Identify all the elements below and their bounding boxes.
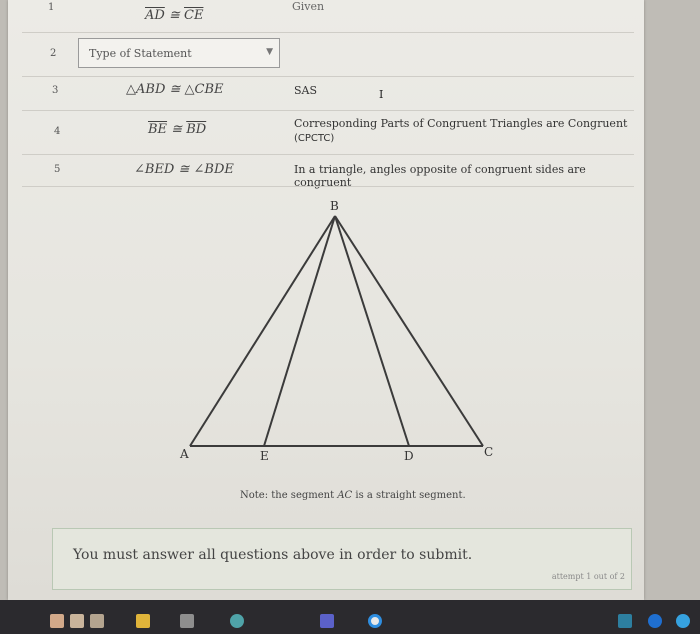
tray-icon[interactable] (648, 614, 662, 628)
diagram-note: Note: the segment AC is a straight segme… (240, 490, 466, 501)
proof-panel: 1 AD ≅ CE Given 2 Type of Statement ▼ 3 … (8, 0, 644, 600)
point-label-e: E (260, 449, 269, 463)
submit-message: You must answer all questions above in o… (73, 547, 473, 563)
point-label-a: A (179, 447, 189, 461)
point-label-d: D (404, 449, 414, 463)
point-label-b: B (330, 199, 339, 213)
teams-icon[interactable] (320, 614, 334, 628)
triangle-diagram: B A E D C (179, 199, 493, 463)
attempt-counter: attempt 1 out of 2 (551, 572, 625, 581)
segment-be (263, 215, 336, 447)
file-explorer-icon[interactable] (136, 614, 150, 628)
app-icon[interactable] (50, 614, 64, 628)
app-icon[interactable] (90, 614, 104, 628)
point-label-c: C (484, 445, 493, 459)
calculator-icon[interactable] (180, 614, 194, 628)
chrome-icon[interactable] (368, 614, 382, 628)
segment-ab (189, 215, 336, 447)
segment-bd (334, 215, 410, 447)
taskbar (0, 600, 700, 634)
submit-notice: You must answer all questions above in o… (52, 528, 632, 590)
app-icon[interactable] (70, 614, 84, 628)
edge-icon[interactable] (230, 614, 244, 628)
tray-icon[interactable] (618, 614, 632, 628)
segment-bc (334, 215, 484, 447)
tray-icon[interactable] (676, 614, 690, 628)
